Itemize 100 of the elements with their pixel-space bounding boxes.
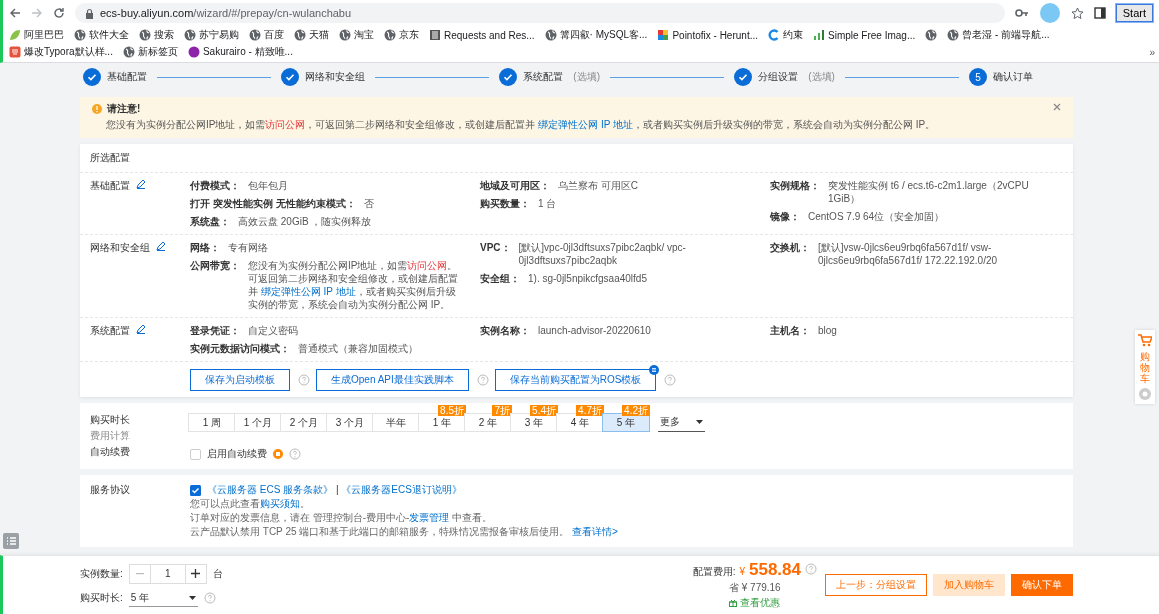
sidebar-icon[interactable] bbox=[1093, 7, 1106, 19]
bookmark[interactable]: 软件大全 bbox=[72, 27, 131, 43]
field-label: 实例名称： bbox=[480, 324, 530, 337]
step-label[interactable]: 系统配置 bbox=[523, 70, 564, 84]
back-icon[interactable] bbox=[9, 7, 21, 19]
square-icon bbox=[9, 46, 21, 58]
link[interactable]: 《云服务器ECS退订说明》 bbox=[341, 484, 462, 495]
edit-icon[interactable] bbox=[136, 324, 146, 334]
globe-icon bbox=[249, 29, 261, 41]
field-value: [默认]vpc-0jl3dftsuxs7pibc2aqbk/ vpc-0jl3dftsuxs7pibc2aqbk bbox=[518, 241, 687, 267]
bookmark[interactable]: 淘宝 bbox=[337, 27, 376, 43]
field-value: [默认]vsw-0jlcs6eu9rbq6fa567d1f/ vsw-0jlcs6eu9rbq6fa567d1f/ 172.22.192.0/20 bbox=[818, 241, 999, 267]
bookmark[interactable]: 阿里巴巴 bbox=[7, 27, 66, 43]
step-hint: (选填) bbox=[808, 70, 835, 84]
field-label: 购买时长 bbox=[90, 413, 131, 427]
field-label: 安全组： bbox=[480, 272, 520, 285]
field-hint: 费用计算 bbox=[90, 429, 131, 443]
bookmark[interactable]: 约束 bbox=[766, 27, 805, 43]
notice-text: 您没有为实例分配公网IP地址，如需访问公网，可返回第二步网络和安全组修改，或创建后配置并 绑定弹性公网 IP 地址，或者购买实例后升级实例的带宽，系统会自动为实例分配公网 IP。 bbox=[106, 118, 937, 132]
duration-tab[interactable]: 1 周 bbox=[188, 413, 236, 432]
bookmark[interactable]: 京东 bbox=[382, 27, 421, 43]
edit-icon[interactable] bbox=[136, 179, 146, 189]
forward-icon[interactable] bbox=[31, 7, 43, 19]
address-field[interactable]: ecs-buy.aliyun.com/wizard/#/prepay/cn-wulanchabu bbox=[75, 3, 1005, 23]
bookmark[interactable]: 百度 bbox=[247, 27, 286, 43]
link[interactable]: 发票管理 bbox=[409, 512, 450, 523]
price-label: 配置费用: bbox=[692, 565, 736, 579]
field-label: 自动续费 bbox=[90, 445, 131, 459]
leaf-icon bbox=[9, 29, 21, 41]
checkbox[interactable] bbox=[190, 484, 201, 496]
template-button[interactable]: 生成Open API最佳实践脚本 bbox=[316, 369, 469, 391]
field-value: 普通模式（兼容加固模式） bbox=[298, 342, 418, 355]
template-button[interactable]: 保存为启动模板 bbox=[190, 369, 290, 391]
field-value: 突发性能实例 t6 / ecs.t6-c2m1.large（2vCPU 1GiB） bbox=[828, 179, 1030, 205]
discount-badge: 7折 bbox=[492, 405, 512, 416]
avatar-icon[interactable] bbox=[1038, 2, 1061, 24]
duration-tab[interactable]: 3 个月 bbox=[326, 413, 374, 432]
link[interactable]: 绑定弹性公网 IP 地址 bbox=[538, 119, 634, 130]
field-value: 包年包月 bbox=[248, 179, 288, 192]
caret-icon bbox=[696, 420, 703, 424]
field-label: 实例数量: bbox=[80, 566, 123, 581]
bookmark[interactable]: 苏宁易购 bbox=[182, 27, 241, 43]
bookmark[interactable]: 天猫 bbox=[292, 27, 331, 43]
step-label[interactable]: 基础配置 bbox=[107, 70, 147, 84]
bookmark[interactable]: 篝四叡· MySQL客... bbox=[542, 27, 650, 43]
duration-tab[interactable]: 2 个月 bbox=[280, 413, 328, 432]
duration-select[interactable]: 5 年 bbox=[128, 589, 199, 607]
step-label[interactable]: 确认订单 bbox=[993, 70, 1034, 84]
quantity-stepper[interactable]: 1 bbox=[128, 563, 207, 584]
info-text: 您可以点此查看购买须知。 bbox=[190, 497, 311, 511]
step-label[interactable]: 网络和安全组 bbox=[305, 70, 366, 84]
link[interactable]: 购买须知 bbox=[260, 498, 300, 509]
reload-icon[interactable] bbox=[53, 7, 65, 19]
list-icon[interactable] bbox=[3, 533, 19, 549]
field-label: 实例元数据访问模式： bbox=[190, 342, 290, 355]
lock-icon bbox=[85, 7, 94, 19]
bookmark[interactable]: Pointofix - Herunt... bbox=[655, 28, 760, 42]
link[interactable]: 查看优惠 bbox=[740, 596, 781, 610]
field-value: 高效云盘 20GiB ，随实例释放 bbox=[238, 215, 372, 228]
close-icon[interactable] bbox=[1053, 103, 1061, 111]
bookmark[interactable]: 新标签页 bbox=[120, 44, 180, 60]
link[interactable]: 查看详情> bbox=[572, 526, 618, 537]
checkbox[interactable] bbox=[190, 448, 201, 460]
gift-icon bbox=[729, 599, 738, 607]
document-icon bbox=[429, 29, 441, 41]
coupon-icon bbox=[273, 449, 283, 459]
bookmark[interactable]: 搜索 bbox=[137, 27, 176, 43]
start-button[interactable]: Start bbox=[1115, 4, 1153, 22]
more-select[interactable]: 更多 bbox=[658, 413, 705, 432]
star-icon[interactable] bbox=[1070, 6, 1084, 20]
edit-icon[interactable] bbox=[156, 241, 166, 251]
bookmark[interactable]: 曾老湿 - 前端导航... bbox=[945, 27, 1052, 43]
field-value: 您没有为实例分配公网IP地址，如需访问公网。可返回第二步网络和安全组修改，或创建后配置并 绑定弹性公网 IP 地址，或者购买实例后升级实例的带宽，系统会自动为实例分配公网 IP。 bbox=[248, 259, 459, 311]
field-label: 付费模式： bbox=[190, 179, 240, 192]
link[interactable]: 访问公网 bbox=[265, 119, 306, 130]
bookmark[interactable]: 爆改Typora默认样... bbox=[7, 44, 115, 60]
duration-tab[interactable]: 半年 bbox=[372, 413, 420, 432]
discount-badge: 8.5折 bbox=[438, 405, 466, 416]
duration-tab[interactable]: 1 个月 bbox=[234, 413, 282, 432]
unit-label: 台 bbox=[212, 566, 223, 581]
bookmark[interactable]: Sakurairo - 精致唯... bbox=[185, 44, 295, 60]
more-bookmarks-button[interactable]: » bbox=[1149, 46, 1155, 58]
warning-icon bbox=[92, 104, 102, 114]
section-title: 系统配置 bbox=[90, 324, 130, 337]
bookmark[interactable]: Simple Free Imag... bbox=[811, 28, 918, 42]
quantity-field[interactable]: 1 bbox=[149, 564, 186, 583]
link[interactable]: 绑定弹性公网 IP 地址 bbox=[260, 286, 356, 297]
checkbox-label[interactable]: 启用自动续费 bbox=[207, 447, 267, 461]
key-icon[interactable] bbox=[1014, 8, 1029, 18]
link[interactable]: 《云服务器 ECS 服务条款》 bbox=[207, 484, 334, 495]
globe-icon bbox=[544, 29, 557, 41]
step-label[interactable]: 分组设置 bbox=[758, 70, 799, 84]
link[interactable]: 访问公网 bbox=[407, 260, 448, 271]
step-number: 5 bbox=[969, 68, 988, 86]
discount-badge: 4.2折 bbox=[622, 405, 650, 416]
plus-icon bbox=[191, 569, 201, 578]
card-title: 所选配置 bbox=[80, 144, 1073, 173]
globe-icon bbox=[294, 29, 306, 41]
section-title: 网络和安全组 bbox=[90, 241, 150, 254]
bookmark[interactable]: Requests and Res... bbox=[427, 28, 537, 42]
